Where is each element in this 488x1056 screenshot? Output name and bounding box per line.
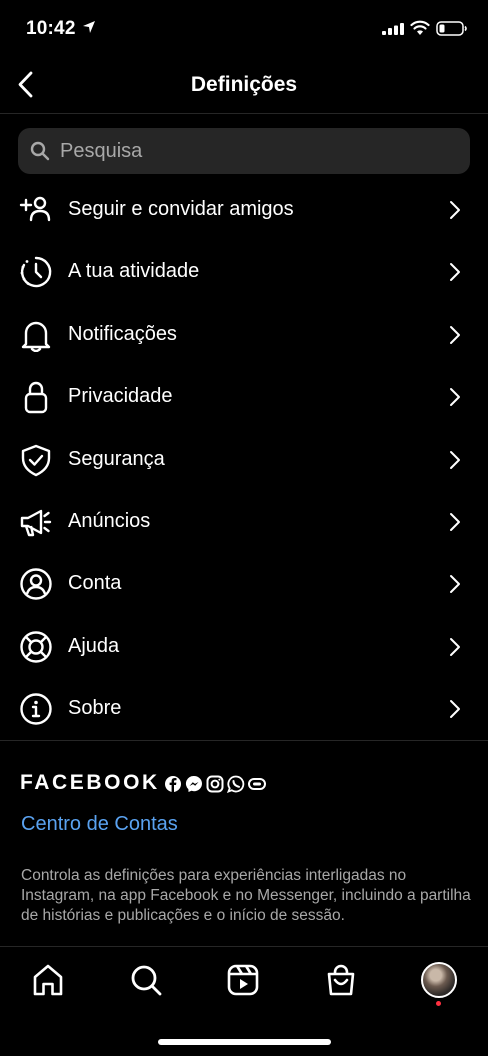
menu-item-label: Anúncios — [68, 509, 151, 532]
search-input[interactable] — [60, 128, 460, 174]
page-title: Definições — [190, 73, 298, 96]
instagram-icon — [206, 775, 224, 793]
tab-bar-divider — [0, 946, 488, 947]
menu-item-follow-invite[interactable]: Seguir e convidar amigos — [0, 179, 488, 241]
shield-check-icon — [21, 444, 51, 476]
activity-clock-icon — [20, 257, 52, 288]
menu-item-about[interactable]: Sobre — [0, 678, 488, 740]
chevron-right-icon — [450, 450, 460, 469]
facebook-wordmark: FACEBOOK — [20, 771, 160, 794]
home-icon[interactable] — [30, 962, 66, 998]
accounts-center-link[interactable]: Centro de Contas — [21, 813, 178, 836]
battery-icon — [436, 21, 467, 36]
reels-icon[interactable] — [225, 962, 261, 998]
chevron-right-icon — [450, 325, 460, 344]
meta-app-icons — [164, 775, 266, 794]
menu-item-ads[interactable]: Anúncios — [0, 491, 488, 553]
search-icon — [30, 141, 50, 161]
megaphone-icon — [20, 509, 52, 537]
menu-item-activity[interactable]: A tua atividade — [0, 241, 488, 303]
menu-item-label: Conta — [68, 572, 122, 595]
menu-item-label: Sobre — [68, 697, 122, 720]
menu-item-notifications[interactable]: Notificações — [0, 304, 488, 366]
accounts-center-description: Controla as definições para experiências… — [21, 867, 471, 924]
header: Definições — [0, 58, 488, 114]
lifebuoy-icon — [20, 631, 52, 663]
profile-avatar[interactable] — [421, 962, 457, 998]
info-icon — [20, 693, 52, 725]
home-indicator — [158, 1039, 331, 1045]
location-arrow-icon — [83, 21, 95, 33]
chevron-right-icon — [450, 201, 460, 219]
notification-dot — [436, 1001, 441, 1006]
whatsapp-icon — [226, 775, 245, 794]
chevron-right-icon — [450, 388, 460, 407]
facebook-icon — [164, 775, 182, 793]
search-icon[interactable] — [128, 962, 164, 998]
section-divider — [0, 740, 488, 741]
search-bar[interactable] — [18, 128, 470, 174]
chevron-right-icon — [450, 575, 460, 594]
menu-item-help[interactable]: Ajuda — [0, 616, 488, 678]
lock-icon — [24, 381, 48, 414]
menu-item-label: Segurança — [68, 447, 165, 470]
status-bar: 10:42 — [0, 0, 488, 58]
menu-item-label: Ajuda — [68, 634, 120, 657]
menu-item-account[interactable]: Conta — [0, 553, 488, 615]
shop-icon[interactable] — [323, 962, 359, 998]
menu-item-label: Seguir e convidar amigos — [68, 198, 294, 220]
messenger-icon — [185, 775, 203, 793]
status-time: 10:42 — [26, 18, 76, 39]
portal-icon — [248, 775, 266, 793]
chevron-right-icon — [450, 263, 460, 282]
wifi-icon — [410, 20, 430, 35]
settings-menu: Seguir e convidar amigos A tua atividade… — [0, 179, 488, 741]
chevron-right-icon — [450, 512, 460, 531]
menu-item-privacy[interactable]: Privacidade — [0, 366, 488, 428]
menu-item-label: A tua atividade — [68, 260, 200, 283]
account-circle-icon — [20, 568, 52, 601]
bell-icon — [21, 321, 51, 352]
menu-item-label: Notificações — [68, 322, 177, 345]
menu-item-label: Privacidade — [68, 385, 173, 408]
add-person-icon — [19, 196, 51, 222]
chevron-right-icon — [450, 700, 460, 719]
chevron-right-icon — [450, 637, 460, 656]
cellular-signal-icon — [382, 23, 404, 35]
menu-item-security[interactable]: Segurança — [0, 429, 488, 491]
